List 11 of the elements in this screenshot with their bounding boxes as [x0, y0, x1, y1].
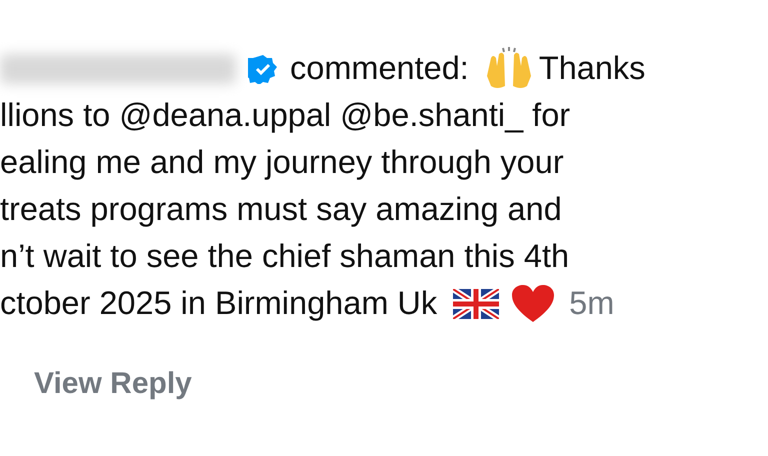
uk-flag-icon: [453, 288, 500, 318]
comment-text: n’t wait to see the chief shaman this 4th: [0, 237, 570, 276]
comment-time: 5m: [569, 284, 614, 324]
comment-text: treats programs must say amazing and: [0, 190, 562, 230]
heart-icon: [511, 284, 556, 324]
view-reply-button[interactable]: View Reply: [30, 357, 202, 410]
comment-text: ealing me and my journey through your: [0, 143, 564, 182]
comment-text: ctober 2025 in Birmingham Uk: [0, 284, 438, 324]
comment-verb: commented:: [290, 49, 469, 88]
comment-text: llions to @deana.uppal @be.shanti_ for: [0, 96, 570, 136]
comment-text: Thanks: [538, 49, 646, 88]
